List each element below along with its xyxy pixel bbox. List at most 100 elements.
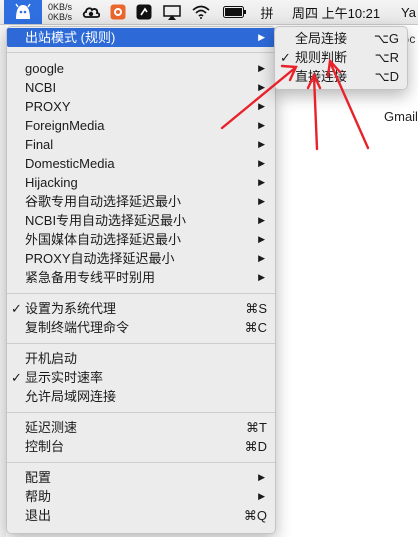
network-speed: 0KB/s 0KB/s <box>42 0 72 24</box>
menu-item-policy-emergency[interactable]: 紧急备用专线平时别用 ▶ <box>7 268 275 287</box>
menu-item-copy-terminal-cmd[interactable]: 复制终端代理命令 ⌘C <box>7 318 275 337</box>
menu-separator <box>7 462 275 463</box>
menu-item-policy-ncbi[interactable]: NCBI ▶ <box>7 78 275 97</box>
submenu-item-label: 规则判断 <box>295 50 348 65</box>
menu-item-console[interactable]: 控制台 ⌘D <box>7 437 275 456</box>
menu-item-shortcut: ⌘S <box>245 301 267 316</box>
menu-item-label: 控制台 <box>25 439 65 454</box>
menu-item-help[interactable]: 帮助 ▶ <box>7 487 275 506</box>
menu-item-shortcut: ⌘T <box>246 420 267 435</box>
airplay-icon[interactable] <box>162 0 182 24</box>
menubar-user[interactable]: Ya <box>401 0 416 24</box>
menu-item-label: NCBI <box>25 80 57 95</box>
submenu-item-direct[interactable]: 直接连接 ⌥D <box>275 67 407 86</box>
menu-item-policy-proxy-auto[interactable]: PROXY自动选择延迟最小 ▶ <box>7 249 275 268</box>
menu-item-set-system-proxy[interactable]: ✓ 设置为系统代理 ⌘S <box>7 299 275 318</box>
submenu-arrow-icon: ▶ <box>258 253 265 263</box>
submenu-arrow-icon: ▶ <box>258 63 265 73</box>
menu-item-policy-foreignmedia[interactable]: ForeignMedia ▶ <box>7 116 275 135</box>
menu-item-label: 紧急备用专线平时别用 <box>25 270 156 285</box>
checkmark-icon: ✓ <box>11 370 22 385</box>
menu-item-label: 允许局域网连接 <box>25 389 117 404</box>
submenu-item-shortcut: ⌥G <box>373 31 399 46</box>
submenu-item-global[interactable]: 全局连接 ⌥G <box>275 29 407 48</box>
menu-item-label: ForeignMedia <box>25 118 105 133</box>
menu-item-quit[interactable]: 退出 ⌘Q <box>7 506 275 525</box>
menu-item-label: 显示实时速率 <box>25 370 104 385</box>
submenu-arrow-icon: ▶ <box>258 234 265 244</box>
checkmark-icon: ✓ <box>11 301 22 316</box>
cloud-icon[interactable] <box>80 0 102 24</box>
submenu-arrow-icon: ▶ <box>258 101 265 111</box>
menu-item-shortcut: ⌘C <box>244 320 267 335</box>
direction-icon[interactable] <box>134 0 154 24</box>
submenu-arrow-icon: ▶ <box>258 158 265 168</box>
submenu-arrow-icon: ▶ <box>258 82 265 92</box>
upload-speed: 0KB/s <box>47 2 72 12</box>
surge-icon[interactable] <box>4 0 42 24</box>
menu-item-label: NCBI专用自动选择延迟最小 <box>25 213 187 228</box>
submenu-item-shortcut: ⌥R <box>374 50 399 65</box>
menu-item-config[interactable]: 配置 ▶ <box>7 468 275 487</box>
menubar: 0KB/s 0KB/s 拼 周四 上午10:21 Ya <box>0 0 418 25</box>
menu-item-shortcut: ⌘Q <box>243 508 267 523</box>
battery-icon[interactable] <box>222 0 248 24</box>
submenu-arrow-icon: ▶ <box>258 215 265 225</box>
menu-item-label: 谷歌专用自动选择延迟最小 <box>25 194 182 209</box>
download-speed: 0KB/s <box>47 12 72 22</box>
menu-item-label: PROXY <box>25 99 71 114</box>
menu-item-policy-domesticmedia[interactable]: DomesticMedia ▶ <box>7 154 275 173</box>
outbound-mode-submenu: 全局连接 ⌥G ✓ 规则判断 ⌥R 直接连接 ⌥D <box>274 26 408 90</box>
menu-item-shortcut: ⌘D <box>244 439 267 454</box>
submenu-arrow-icon: ▶ <box>258 196 265 206</box>
menu-item-label: 延迟测速 <box>25 420 78 435</box>
menu-item-label: google <box>25 61 65 76</box>
submenu-arrow-icon: ▶ <box>258 272 265 282</box>
app-icon[interactable] <box>108 0 128 24</box>
menu-item-policy-google-auto[interactable]: 谷歌专用自动选择延迟最小 ▶ <box>7 192 275 211</box>
menu-item-policy-google[interactable]: google ▶ <box>7 59 275 78</box>
submenu-item-label: 全局连接 <box>295 31 348 46</box>
background-gmail-link[interactable]: Gmail <box>384 109 418 124</box>
menu-separator <box>7 293 275 294</box>
menu-item-label: 出站模式 (规则) <box>25 30 116 45</box>
menu-item-label: Hijacking <box>25 175 78 190</box>
submenu-item-label: 直接连接 <box>295 69 348 84</box>
wifi-icon[interactable] <box>190 0 212 24</box>
submenu-arrow-icon: ▶ <box>258 177 265 187</box>
menu-item-label: 复制终端代理命令 <box>25 320 130 335</box>
input-method-icon[interactable]: 拼 <box>258 0 276 24</box>
menu-item-policy-proxy[interactable]: PROXY ▶ <box>7 97 275 116</box>
menubar-clock[interactable]: 周四 上午10:21 <box>292 0 380 24</box>
menu-item-label: 外国媒体自动选择延迟最小 <box>25 232 182 247</box>
menu-item-outbound-mode[interactable]: 出站模式 (规则) ▶ <box>7 28 275 47</box>
submenu-arrow-icon: ▶ <box>258 32 265 42</box>
menu-item-label: DomesticMedia <box>25 156 115 171</box>
menu-separator <box>7 343 275 344</box>
menu-item-policy-ncbi-auto[interactable]: NCBI专用自动选择延迟最小 ▶ <box>7 211 275 230</box>
menu-item-label: 退出 <box>25 508 52 523</box>
checkmark-icon: ✓ <box>280 50 291 65</box>
menu-item-policy-hijacking[interactable]: Hijacking ▶ <box>7 173 275 192</box>
submenu-item-rule[interactable]: ✓ 规则判断 ⌥R <box>275 48 407 67</box>
menu-item-launch-at-login[interactable]: 开机启动 <box>7 349 275 368</box>
menu-item-allow-lan[interactable]: 允许局域网连接 <box>7 387 275 406</box>
submenu-arrow-icon: ▶ <box>258 491 265 501</box>
submenu-arrow-icon: ▶ <box>258 472 265 482</box>
menu-item-policy-final[interactable]: Final ▶ <box>7 135 275 154</box>
menu-separator <box>7 52 275 53</box>
menu-separator <box>7 412 275 413</box>
submenu-item-shortcut: ⌥D <box>374 69 399 84</box>
menu-item-label: 帮助 <box>25 489 52 504</box>
menu-item-label: PROXY自动选择延迟最小 <box>25 251 175 266</box>
surge-menu: 出站模式 (规则) ▶ google ▶ NCBI ▶ PROXY ▶ Foreign… <box>6 26 276 534</box>
menu-item-show-realtime-speed[interactable]: ✓ 显示实时速率 <box>7 368 275 387</box>
menu-item-latency-test[interactable]: 延迟测速 ⌘T <box>7 418 275 437</box>
submenu-arrow-icon: ▶ <box>258 139 265 149</box>
menu-item-label: 设置为系统代理 <box>25 301 117 316</box>
menu-item-label: Final <box>25 137 54 152</box>
menu-item-policy-foreignmedia-auto[interactable]: 外国媒体自动选择延迟最小 ▶ <box>7 230 275 249</box>
menu-item-label: 配置 <box>25 470 52 485</box>
submenu-arrow-icon: ▶ <box>258 120 265 130</box>
menu-item-label: 开机启动 <box>25 351 78 366</box>
